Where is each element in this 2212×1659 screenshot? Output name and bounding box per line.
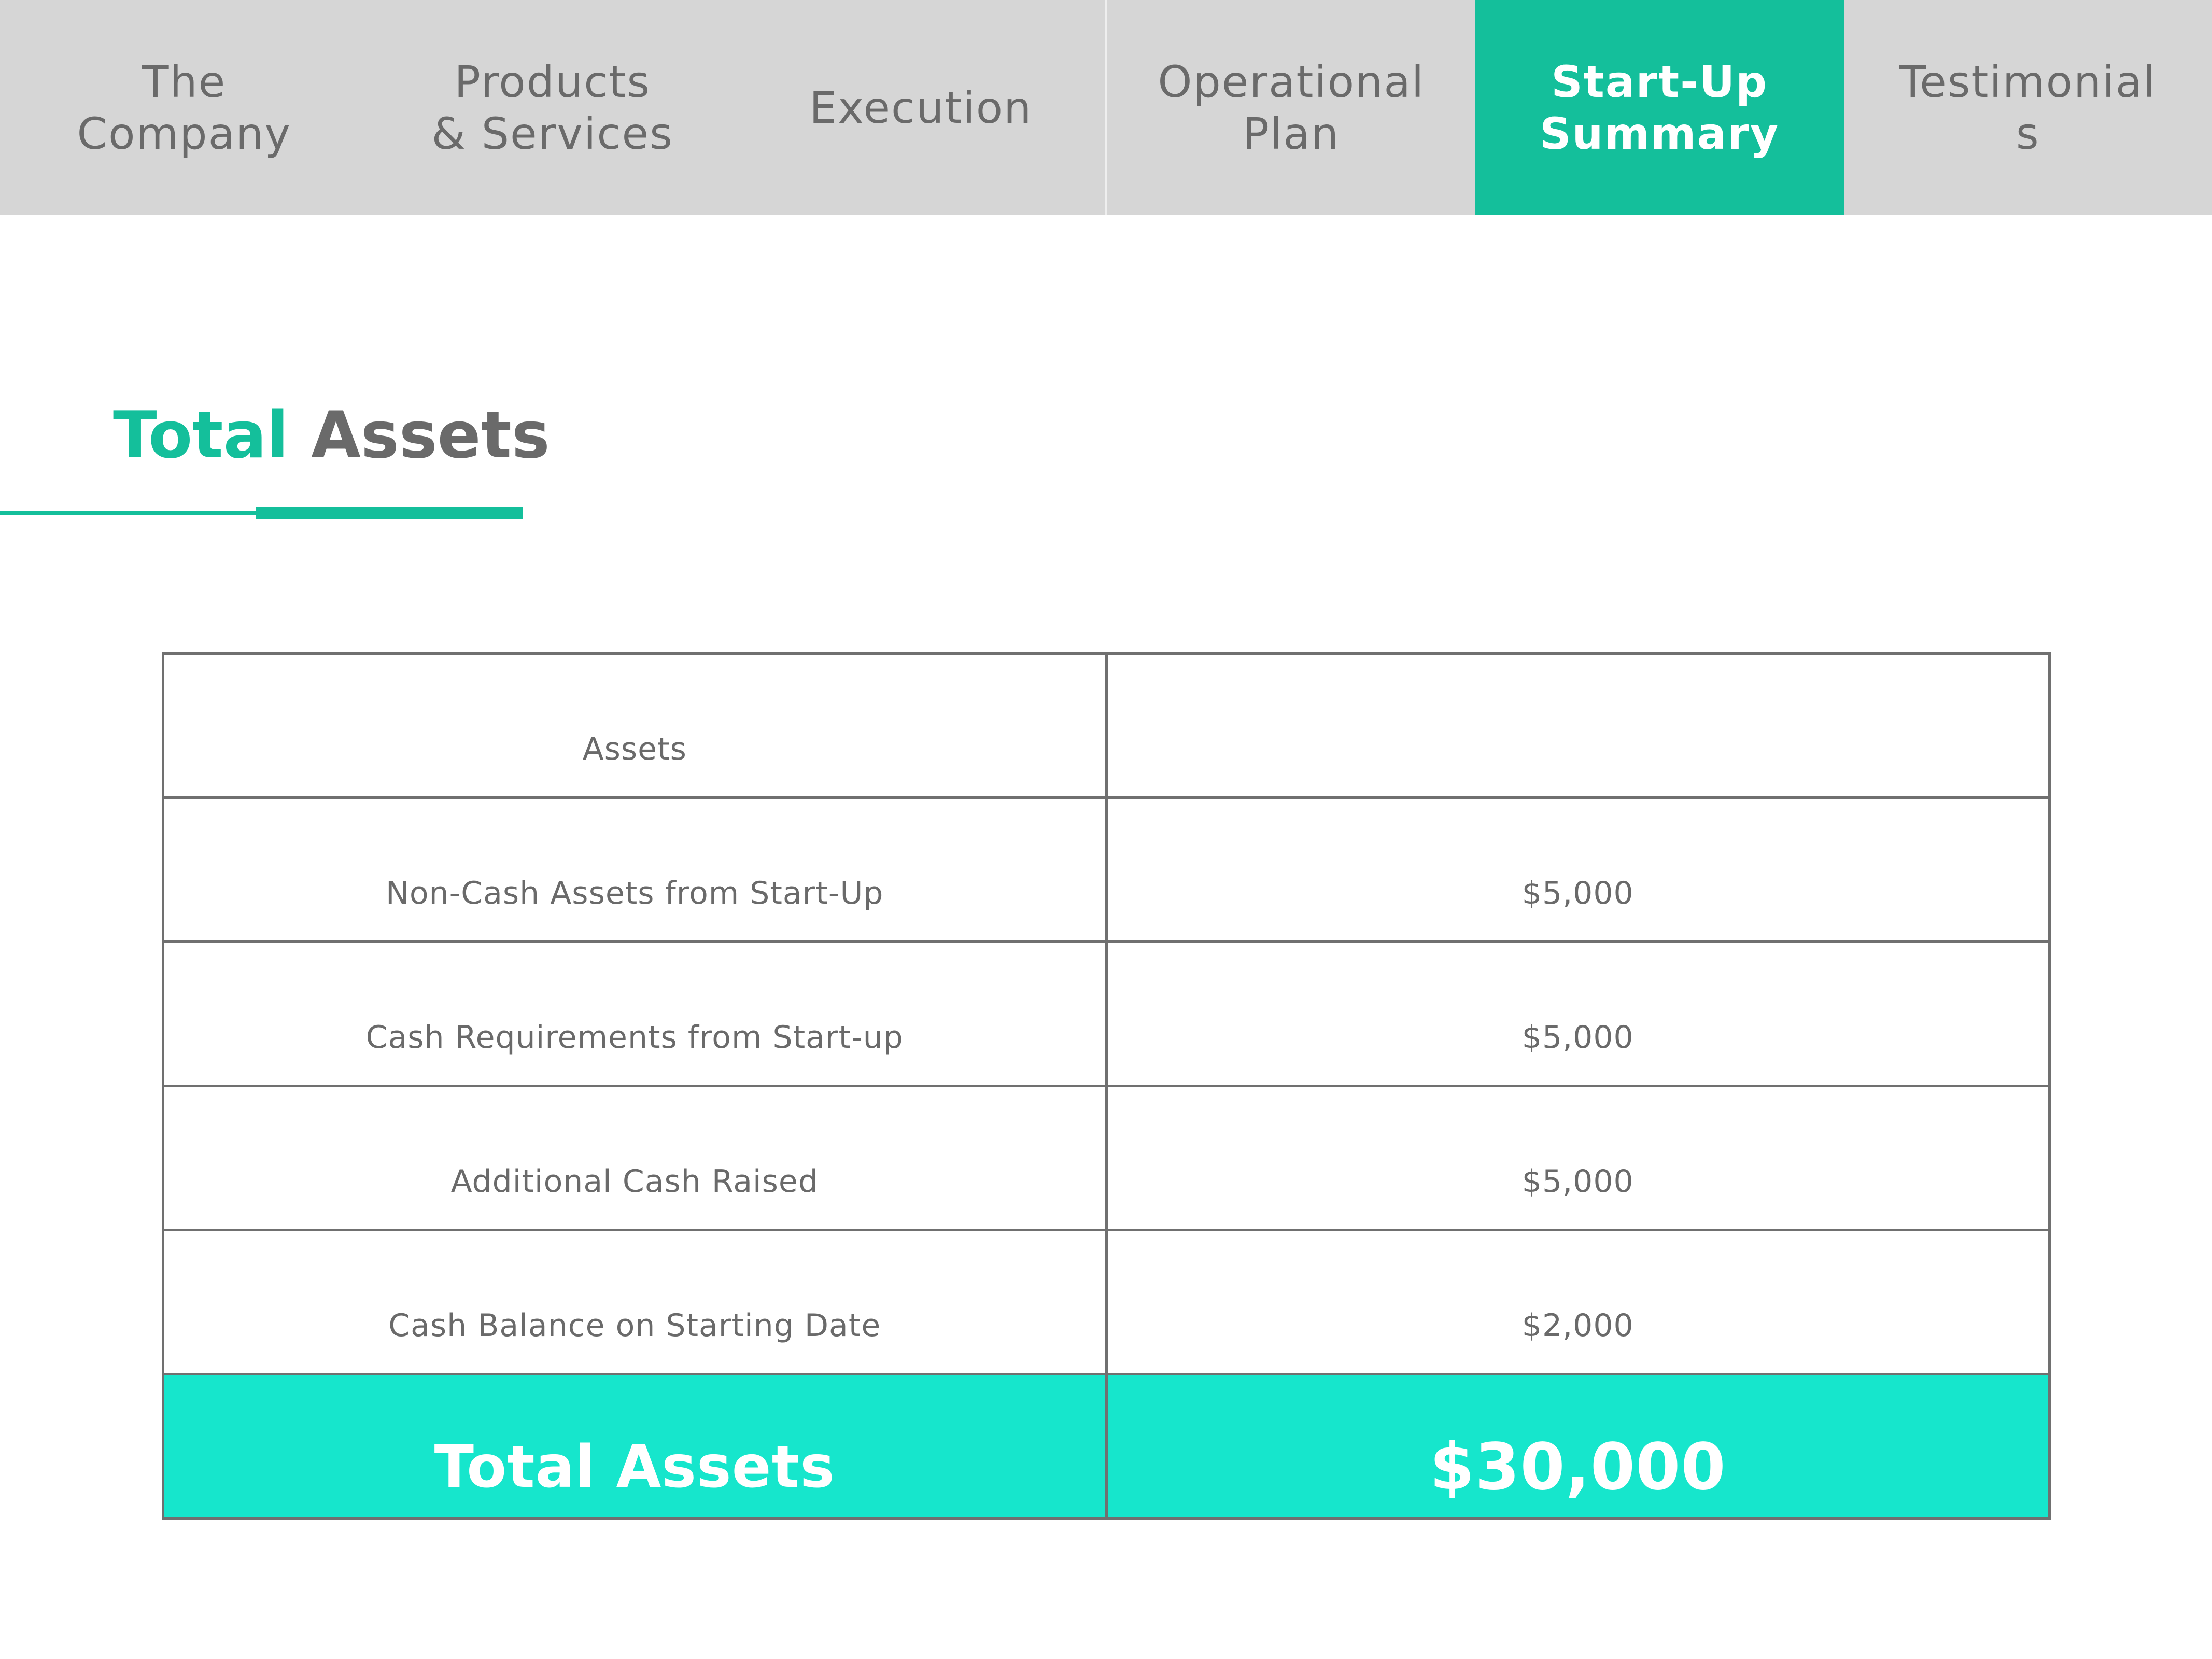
row-label: Cash Balance on Starting Date [164,1231,1108,1373]
table-header-label: Assets [164,655,1108,796]
page: The Company Products & Services Executio… [0,0,2212,1659]
tab-execution[interactable]: Execution [737,0,1107,215]
table-row: Non-Cash Assets from Start-Up $5,000 [164,796,2048,940]
table-row: Cash Balance on Starting Date $2,000 [164,1229,2048,1373]
row-label: Cash Requirements from Start-up [164,943,1108,1085]
page-title-rest: Assets [311,398,550,473]
total-row: Total Assets $30,000 [164,1373,2048,1517]
table-row: Additional Cash Raised $5,000 [164,1085,2048,1229]
tab-testimonials[interactable]: Testimonial s [1844,0,2212,215]
tab-start-up-summary[interactable]: Start-Up Summary [1475,0,1844,215]
top-navigation: The Company Products & Services Executio… [0,0,2212,215]
title-underline-thin [0,511,257,515]
assets-table: Assets Non-Cash Assets from Start-Up $5,… [162,652,2051,1520]
table-header-value [1108,655,2049,796]
title-underline-thick [256,507,523,519]
page-title: Total Assets [113,394,550,477]
row-value: $5,000 [1521,875,1634,911]
total-label: Total Assets [164,1375,1108,1517]
page-title-accent: Total [113,398,289,473]
row-label: Non-Cash Assets from Start-Up [164,799,1108,940]
row-value: $5,000 [1521,1163,1634,1200]
table-header-row: Assets [164,655,2048,796]
total-value: $30,000 [1429,1429,1726,1505]
tab-the-company[interactable]: The Company [0,0,369,215]
row-value: $2,000 [1521,1307,1634,1344]
tab-products-services[interactable]: Products & Services [369,0,737,215]
row-label: Additional Cash Raised [164,1087,1108,1229]
row-value: $5,000 [1521,1019,1634,1056]
table-row: Cash Requirements from Start-up $5,000 [164,940,2048,1085]
tab-operational-plan[interactable]: Operational Plan [1107,0,1476,215]
